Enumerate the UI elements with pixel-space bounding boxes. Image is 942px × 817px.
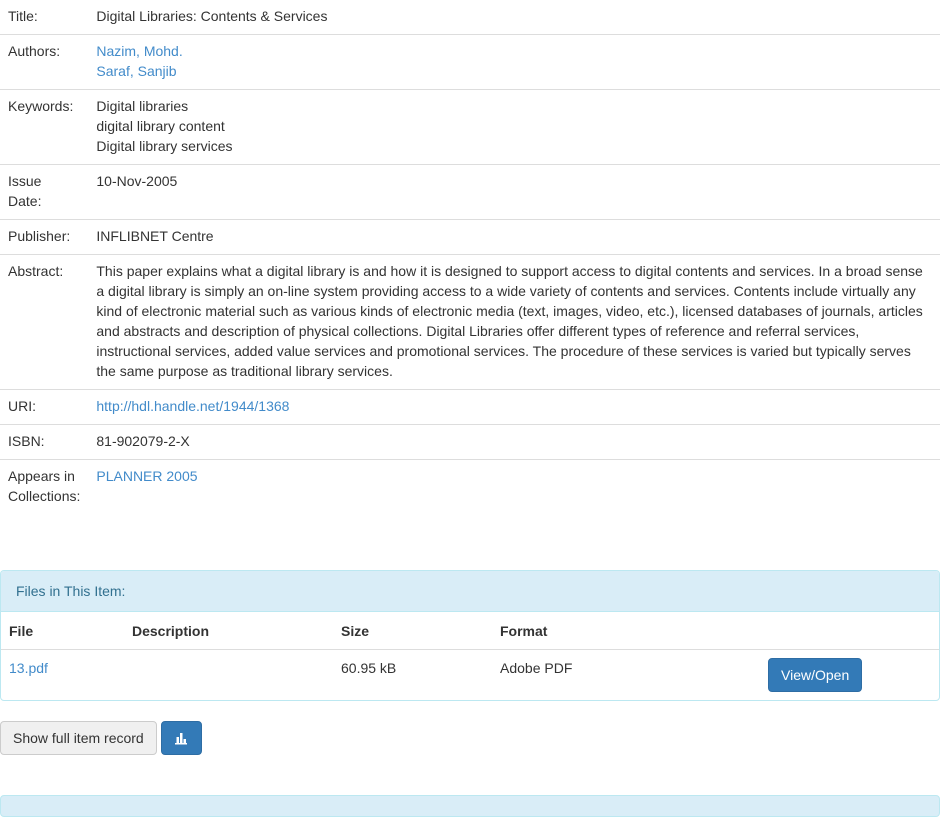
item-actions: Show full item record <box>0 721 202 755</box>
view-open-button[interactable]: View/Open <box>768 658 863 692</box>
keyword: Digital library services <box>96 138 233 154</box>
column-header-format: Format <box>492 612 760 650</box>
next-panel-edge <box>0 795 940 817</box>
metadata-label: ISBN: <box>0 424 89 460</box>
keyword: digital library content <box>96 118 225 134</box>
bar-chart-icon <box>175 733 188 745</box>
metadata-label: Appears in Collections: <box>0 459 89 514</box>
file-action-cell: View/Open <box>760 650 939 701</box>
label-line: Issue <box>8 173 42 189</box>
show-full-item-record-button[interactable]: Show full item record <box>0 721 157 755</box>
metadata-row-isbn: ISBN: 81-902079-2-X <box>0 424 940 460</box>
collection-link[interactable]: PLANNER 2005 <box>96 468 197 484</box>
files-table: File Description Size Format 13.pdf 60.9… <box>1 612 939 700</box>
keyword: Digital libraries <box>96 98 189 114</box>
label-line: Date: <box>8 193 42 209</box>
files-table-header: File Description Size Format <box>1 612 939 650</box>
metadata-row-authors: Authors: Nazim, Mohd. Saraf, Sanjib <box>0 34 940 90</box>
files-panel: Files in This Item: File Description Siz… <box>0 570 940 701</box>
uri-cell: http://hdl.handle.net/1944/1368 <box>88 389 940 425</box>
metadata-label: Keywords: <box>0 89 89 165</box>
authors-list: Nazim, Mohd. Saraf, Sanjib <box>88 34 940 90</box>
author-link[interactable]: Saraf, Sanjib <box>96 63 176 79</box>
metadata-label: Abstract: <box>0 254 89 390</box>
file-link[interactable]: 13.pdf <box>9 660 48 676</box>
metadata-label: Title: <box>8 8 38 24</box>
item-metadata-table: Title: Digital Libraries: Contents & Ser… <box>0 0 940 514</box>
abstract-text: This paper explains what a digital libra… <box>88 254 940 390</box>
metadata-label: Publisher: <box>0 219 89 255</box>
publisher: INFLIBNET Centre <box>88 219 940 255</box>
column-header-size: Size <box>333 612 492 650</box>
metadata-row-issue-date: Issue Date: 10-Nov-2005 <box>0 164 940 220</box>
metadata-row-abstract: Abstract: This paper explains what a dig… <box>0 254 940 390</box>
column-header-file: File <box>1 612 124 650</box>
metadata-row-publisher: Publisher: INFLIBNET Centre <box>0 219 940 255</box>
isbn: 81-902079-2-X <box>88 424 940 460</box>
metadata-row-keywords: Keywords: Digital libraries digital libr… <box>0 89 940 165</box>
file-size: 60.95 kB <box>341 660 397 676</box>
file-description <box>124 650 333 701</box>
metadata-label: URI: <box>0 389 89 425</box>
metadata-row-collections: Appears in Collections: PLANNER 2005 <box>0 459 940 514</box>
item-title: Digital Libraries: Contents & Services <box>96 8 328 24</box>
metadata-row-title: Title: Digital Libraries: Contents & Ser… <box>0 0 940 35</box>
handle-uri-link[interactable]: http://hdl.handle.net/1944/1368 <box>96 398 289 414</box>
keywords-list: Digital libraries digital library conten… <box>88 89 940 165</box>
metadata-row-uri: URI: http://hdl.handle.net/1944/1368 <box>0 389 940 425</box>
files-panel-heading: Files in This Item: <box>1 571 939 612</box>
collections-cell: PLANNER 2005 <box>88 459 940 514</box>
metadata-label: Authors: <box>0 34 89 90</box>
file-format: Adobe PDF <box>500 660 573 676</box>
label-line: Appears in <box>8 468 75 484</box>
author-link[interactable]: Nazim, Mohd. <box>96 43 182 59</box>
file-cell: 13.pdf <box>1 650 124 701</box>
statistics-button[interactable] <box>160 721 202 755</box>
table-row: 13.pdf 60.95 kB Adobe PDF View/Open <box>1 650 939 701</box>
label-line: Collections: <box>8 488 81 504</box>
issue-date: 10-Nov-2005 <box>88 164 940 220</box>
column-header-description: Description <box>124 612 333 650</box>
column-header-action <box>760 612 939 650</box>
metadata-label: Issue Date: <box>0 164 89 220</box>
